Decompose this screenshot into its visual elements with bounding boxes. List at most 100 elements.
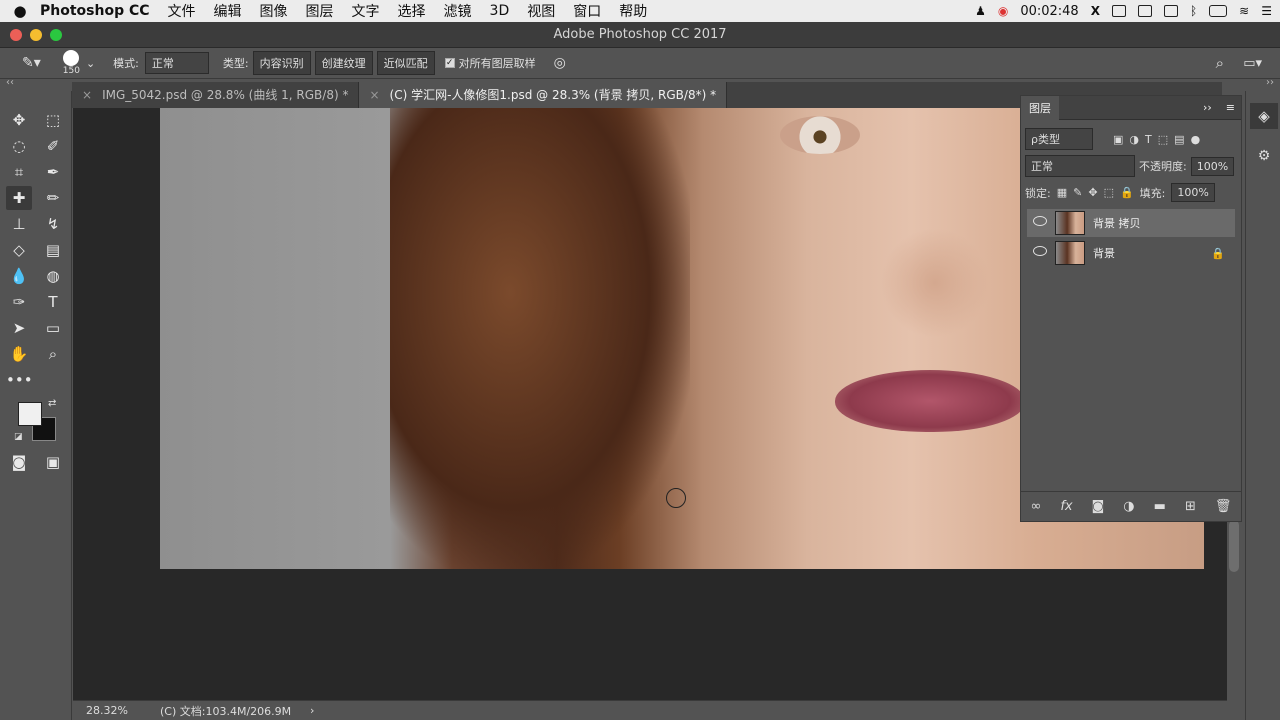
brush-tool-icon[interactable]: ✏: [40, 186, 66, 210]
adjustment-icon[interactable]: ◑: [1123, 499, 1134, 514]
clock[interactable]: 00:02:48: [1020, 4, 1078, 19]
lock-transparency-icon[interactable]: ▦: [1057, 186, 1067, 199]
rectangle-tool-icon[interactable]: ▭: [40, 316, 66, 340]
menu-window[interactable]: 窗口: [573, 1, 601, 21]
filter-toggle-icon[interactable]: ●: [1191, 133, 1201, 146]
collapse-left-icon[interactable]: ‹‹: [6, 77, 14, 88]
tab-portrait-retouch[interactable]: × (C) 学汇网-人像修图1.psd @ 28.3% (背景 拷贝, RGB/8…: [359, 82, 728, 108]
gradient-tool-icon[interactable]: ▤: [40, 238, 66, 262]
sample-all-layers-checkbox[interactable]: ✓: [444, 58, 455, 68]
lock-artboard-icon[interactable]: ⬚: [1104, 186, 1114, 199]
adjustments-panel-icon[interactable]: ⚙: [1250, 143, 1278, 169]
healing-brush-tool-preset-icon[interactable]: ✎▾: [22, 55, 41, 71]
panel-menu-icon[interactable]: ≡: [1226, 101, 1235, 114]
dodge-tool-icon[interactable]: ◍: [40, 264, 66, 288]
default-colors-icon[interactable]: ◪: [14, 432, 23, 442]
battery-icon[interactable]: [1209, 5, 1228, 17]
layers-tab[interactable]: 图层: [1021, 95, 1059, 120]
layer-name[interactable]: 背景 拷贝: [1093, 215, 1141, 231]
qq-icon[interactable]: ♟: [975, 4, 986, 18]
lock-all-icon[interactable]: 🔒: [1120, 186, 1134, 199]
wifi-icon[interactable]: ≋: [1239, 4, 1249, 18]
notes-icon[interactable]: [1137, 5, 1152, 17]
menu-app[interactable]: Photoshop CC: [40, 3, 150, 19]
collapse-panel-icon[interactable]: ››: [1203, 101, 1212, 114]
menu-select[interactable]: 选择: [398, 1, 426, 21]
new-layer-icon[interactable]: ⊞: [1185, 499, 1196, 514]
brush-size-picker[interactable]: 150: [63, 50, 80, 76]
menu-file[interactable]: 文件: [168, 1, 196, 21]
healing-brush-tool-icon[interactable]: ✚: [6, 186, 32, 210]
content-aware-button[interactable]: 内容识别: [252, 51, 311, 75]
zoom-tool-icon[interactable]: ⌕: [40, 342, 66, 366]
menu-3d[interactable]: 3D: [490, 3, 510, 19]
foreground-color-swatch[interactable]: [18, 402, 42, 426]
marquee-tool-icon[interactable]: ⬚: [40, 108, 66, 132]
eyedropper-tool-icon[interactable]: ✒: [40, 160, 66, 184]
lasso-tool-icon[interactable]: ◌: [6, 134, 32, 158]
layer-row-background[interactable]: 背景 🔒: [1027, 239, 1235, 267]
close-window-button[interactable]: [10, 29, 22, 41]
screen-mode-icon[interactable]: ▣: [40, 450, 66, 474]
minimize-window-button[interactable]: [30, 29, 42, 41]
apple-icon[interactable]: ●: [0, 2, 40, 20]
menu-view[interactable]: 视图: [527, 1, 555, 21]
menu-filter[interactable]: 滤镜: [444, 1, 472, 21]
blend-mode-select[interactable]: 正常: [1025, 155, 1135, 177]
folder-icon[interactable]: ▬: [1154, 499, 1166, 514]
menu-type[interactable]: 文字: [352, 1, 380, 21]
type-tool-icon[interactable]: T: [40, 290, 66, 314]
zoom-window-button[interactable]: [50, 29, 62, 41]
clone-stamp-tool-icon[interactable]: ⊥: [6, 212, 32, 236]
record-icon[interactable]: ◉: [998, 4, 1008, 18]
menu-layer[interactable]: 图层: [306, 1, 334, 21]
visibility-eye-icon[interactable]: [1033, 246, 1047, 256]
pressure-size-icon[interactable]: ◎: [554, 55, 566, 71]
filter-adjustment-icon[interactable]: ◑: [1129, 133, 1139, 146]
visibility-eye-icon[interactable]: [1033, 216, 1047, 226]
zoom-level[interactable]: 28.32%: [86, 704, 160, 717]
tab-img-5042[interactable]: × IMG_5042.psd @ 28.8% (曲线 1, RGB/8) *: [72, 82, 360, 108]
layers-panel-icon[interactable]: ◈: [1250, 103, 1278, 129]
kind-filter-select[interactable]: ρ类型: [1025, 128, 1093, 150]
close-tab-icon[interactable]: ×: [82, 88, 92, 102]
search-icon[interactable]: ⌕: [1216, 54, 1224, 72]
filter-type-icon[interactable]: T: [1145, 133, 1152, 146]
menu-list-icon[interactable]: ☰: [1261, 4, 1272, 18]
layer-lock-icon[interactable]: 🔒: [1211, 247, 1225, 260]
menu-edit[interactable]: 编辑: [214, 1, 242, 21]
pen-tool-icon[interactable]: ✑: [6, 290, 32, 314]
proximity-match-button[interactable]: 近似匹配: [376, 51, 435, 75]
bluetooth-icon[interactable]: ᛒ: [1190, 4, 1197, 18]
vertical-scrollbar[interactable]: [1229, 520, 1239, 572]
layer-name[interactable]: 背景: [1093, 245, 1115, 261]
more-tools-icon[interactable]: •••: [6, 368, 33, 392]
workspace-switcher-icon[interactable]: ▭▾: [1243, 56, 1262, 71]
history-brush-tool-icon[interactable]: ↯: [40, 212, 66, 236]
layer-row-background-copy[interactable]: 背景 拷贝: [1027, 209, 1235, 237]
quick-select-tool-icon[interactable]: ✐: [40, 134, 66, 158]
move-tool-icon[interactable]: ✥: [6, 108, 32, 132]
collapse-right-icon[interactable]: ››: [1266, 77, 1274, 88]
lock-pixels-icon[interactable]: ✎: [1073, 186, 1082, 199]
create-texture-button[interactable]: 创建纹理: [314, 51, 373, 75]
mask-icon[interactable]: ◙: [1092, 499, 1105, 514]
brush-size-dropdown-icon[interactable]: ⌄: [86, 57, 95, 70]
eraser-tool-icon[interactable]: ◇: [6, 238, 32, 262]
xcode-icon[interactable]: X: [1091, 4, 1100, 18]
quick-mask-icon[interactable]: ◙: [6, 450, 32, 474]
status-menu-arrow[interactable]: ›: [310, 704, 314, 717]
mode-select[interactable]: 正常: [144, 52, 209, 74]
filter-smart-object-icon[interactable]: ▤: [1174, 133, 1184, 146]
fx-icon[interactable]: fx: [1060, 499, 1072, 514]
filter-pixel-icon[interactable]: ▣: [1113, 133, 1123, 146]
menu-help[interactable]: 帮助: [619, 1, 647, 21]
lock-position-icon[interactable]: ✥: [1088, 186, 1097, 199]
trash-icon[interactable]: 🗑: [1215, 499, 1232, 514]
path-select-tool-icon[interactable]: ➤: [6, 316, 32, 340]
link-icon[interactable]: ∞: [1031, 499, 1042, 514]
hand-tool-icon[interactable]: ✋: [6, 342, 32, 366]
swap-colors-icon[interactable]: ⇄: [48, 398, 56, 409]
filter-shape-icon[interactable]: ⬚: [1158, 133, 1168, 146]
crop-tool-icon[interactable]: ⌗: [6, 160, 32, 184]
